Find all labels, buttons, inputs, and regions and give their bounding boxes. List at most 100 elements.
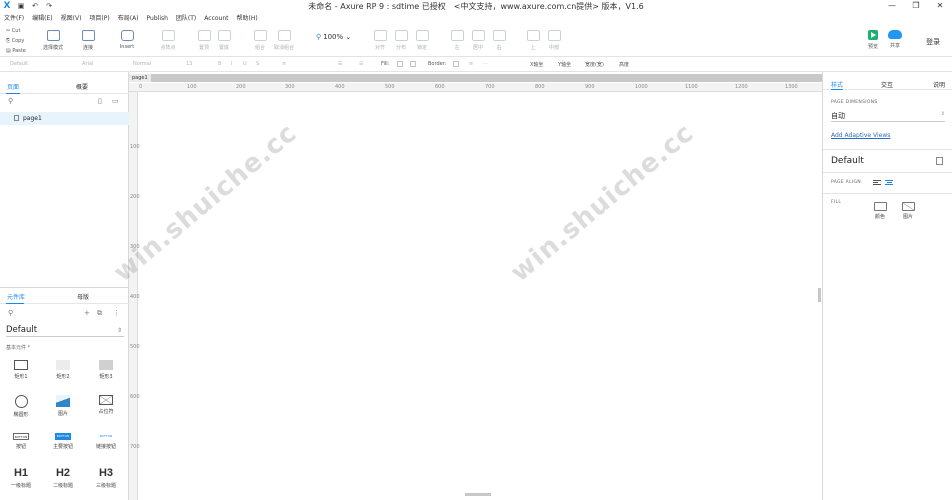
horizontal-ruler: 0 100 200 300 400 500 600 700 800 900 10… — [129, 83, 822, 92]
fill-image-button[interactable]: 图片 — [900, 202, 916, 220]
widget-heading1[interactable]: H1 一级标题 — [6, 467, 36, 489]
divider — [823, 172, 952, 173]
ruler-tick: 1200 — [735, 84, 748, 90]
copy-library-icon[interactable]: ⧉ — [97, 309, 102, 318]
border-width-icon[interactable]: ≡ — [469, 61, 473, 67]
canvas-tab-page1[interactable]: page1 — [129, 74, 151, 82]
widget-placeholder[interactable]: 占位符 — [91, 395, 121, 415]
widget-box2[interactable]: 矩形2 — [48, 360, 78, 380]
align-center-icon[interactable] — [885, 180, 893, 186]
font-select[interactable]: Arial — [82, 61, 93, 67]
menu-project[interactable]: 项目(P) — [89, 13, 109, 24]
menu-file[interactable]: 文件(F) — [4, 13, 24, 24]
tab-outline[interactable]: 概要 — [76, 82, 88, 91]
cut-button[interactable]: ✂ Cut — [6, 26, 26, 36]
pages-tabs: 页面 概要 — [0, 78, 129, 94]
tab-style[interactable]: 样式 — [831, 80, 843, 89]
close-button[interactable]: ✕ — [928, 0, 952, 12]
more-icon[interactable]: ⋮ — [113, 309, 120, 317]
tool-ungroup-button[interactable]: 取消组合 — [271, 30, 297, 51]
tool-points-button[interactable]: 点阵点 — [155, 30, 181, 51]
title-bar: X ▣ ↶ ↷ 未命名 - Axure RP 9 : sdtime 已授权 <中… — [0, 0, 952, 12]
vertical-scrollbar[interactable] — [818, 288, 821, 302]
align-text-icon[interactable]: ☰ — [338, 61, 342, 67]
design-canvas[interactable]: page1 0 100 200 300 400 500 600 700 800 … — [108, 72, 822, 500]
ruler-tick: 1100 — [685, 84, 698, 90]
widget-heading2[interactable]: H2 二级标题 — [48, 467, 78, 489]
tool-lock-button[interactable]: 锁定 — [409, 30, 435, 51]
tab-pages[interactable]: 页面 — [7, 82, 19, 91]
list-icon[interactable]: ≡ — [282, 61, 286, 67]
width-field-label[interactable]: 宽度(宽) — [585, 61, 604, 68]
tool-middle-button[interactable]: 中部 — [541, 30, 567, 51]
tool-group-button[interactable]: 组合 — [247, 30, 273, 51]
menu-team[interactable]: 团队(T) — [176, 13, 196, 24]
menu-arrange[interactable]: 布局(A) — [118, 13, 139, 24]
share-button[interactable]: 共享 — [886, 30, 904, 49]
horizontal-scrollbar[interactable] — [465, 493, 491, 496]
size-select[interactable]: 13 — [186, 61, 192, 67]
widget-ellipse[interactable]: 椭圆形 — [6, 395, 36, 418]
border-style-icon[interactable]: ⋯ — [483, 61, 488, 67]
height-field-label[interactable]: 高度 — [619, 61, 629, 68]
tab-masters[interactable]: 母版 — [77, 292, 89, 301]
color-swatch-icon — [873, 202, 887, 211]
menu-edit[interactable]: 编辑(E) — [32, 13, 52, 24]
widget-box3[interactable]: 矩形3 — [91, 360, 121, 380]
style-edit-icon[interactable] — [936, 157, 943, 165]
connect-button[interactable]: 连接 — [75, 30, 101, 51]
page-dimensions-select[interactable]: 自动 ⇕ — [831, 111, 945, 122]
login-button[interactable]: 登录 — [926, 37, 940, 47]
widget-image[interactable]: 图片 — [48, 395, 78, 417]
y-field-label[interactable]: Y轴坐 — [558, 61, 571, 68]
tab-notes[interactable]: 说明 — [933, 80, 945, 89]
menu-help[interactable]: 帮助(H) — [237, 13, 258, 24]
tab-libraries[interactable]: 元件库 — [7, 292, 25, 301]
add-library-icon[interactable]: + — [84, 309, 90, 317]
strike-icon[interactable]: S — [256, 61, 259, 67]
style-select[interactable]: Default — [10, 61, 28, 67]
menu-publish[interactable]: Publish — [147, 13, 168, 24]
fill-color-swatch[interactable] — [397, 61, 403, 67]
add-adaptive-views-link[interactable]: Add Adaptive Views — [831, 132, 890, 139]
select-mode-button[interactable]: 选择模式 — [40, 30, 66, 51]
fill-image-swatch[interactable] — [410, 61, 416, 67]
widget-link-button[interactable]: BUTTON 链接按钮 — [91, 433, 121, 450]
right-panel: 样式 交互 说明 PAGE DIMENSIONS 自动 ⇕ Add Adapti… — [822, 72, 952, 500]
widget-heading3[interactable]: H3 三级标题 — [91, 467, 121, 489]
copy-button[interactable]: ⎘ Copy — [6, 36, 26, 46]
paste-button[interactable]: ▤ Paste — [6, 46, 26, 56]
minimize-button[interactable]: — — [880, 0, 904, 12]
preview-button[interactable]: 预览 — [866, 30, 880, 50]
menu-account[interactable]: Account — [204, 13, 228, 24]
tool-send-back-button[interactable]: 置底 — [211, 30, 237, 51]
italic-icon[interactable]: I — [231, 61, 232, 67]
align-icon — [373, 30, 387, 41]
page-tree-item[interactable]: page1 — [0, 112, 129, 125]
align-left-icon[interactable] — [873, 180, 881, 186]
widget-button[interactable]: BUTTON 按钮 — [6, 433, 36, 450]
search-icon[interactable]: ⚲ — [8, 309, 13, 317]
underline-icon[interactable]: U — [243, 61, 247, 67]
border-color-swatch[interactable] — [453, 61, 459, 67]
x-field-label[interactable]: X轴坐 — [530, 61, 543, 68]
maximize-button[interactable]: ❐ — [904, 0, 928, 12]
insert-button[interactable]: Insert — [114, 30, 140, 50]
bold-icon[interactable]: B — [218, 61, 221, 67]
library-select[interactable]: Default ⇕ — [6, 324, 124, 337]
ruler-tick: 500 — [385, 84, 395, 90]
valign-text-icon[interactable]: ☰ — [359, 61, 363, 67]
fill-color-button[interactable]: 颜色 — [872, 202, 888, 220]
menu-view[interactable]: 视图(V) — [61, 13, 82, 24]
add-folder-icon[interactable]: ▭ — [112, 97, 119, 105]
search-icon[interactable]: ⚲ — [8, 97, 13, 105]
zoom-control[interactable]: ⚲ 100% ⌄ — [316, 33, 351, 41]
widget-box1[interactable]: 矩形1 — [6, 360, 36, 380]
widget-primary-button[interactable]: BUTTON 主要按钮 — [48, 433, 78, 450]
tab-interactions[interactable]: 交互 — [881, 80, 893, 89]
weight-select[interactable]: Normal — [133, 61, 151, 67]
ellipse-icon — [14, 395, 28, 408]
menu-bar: 文件(F) 编辑(E) 视图(V) 项目(P) 布局(A) Publish 团队… — [0, 13, 266, 24]
add-page-icon[interactable]: ▯ — [98, 97, 102, 105]
tool-right-button[interactable]: 右 — [486, 30, 512, 51]
